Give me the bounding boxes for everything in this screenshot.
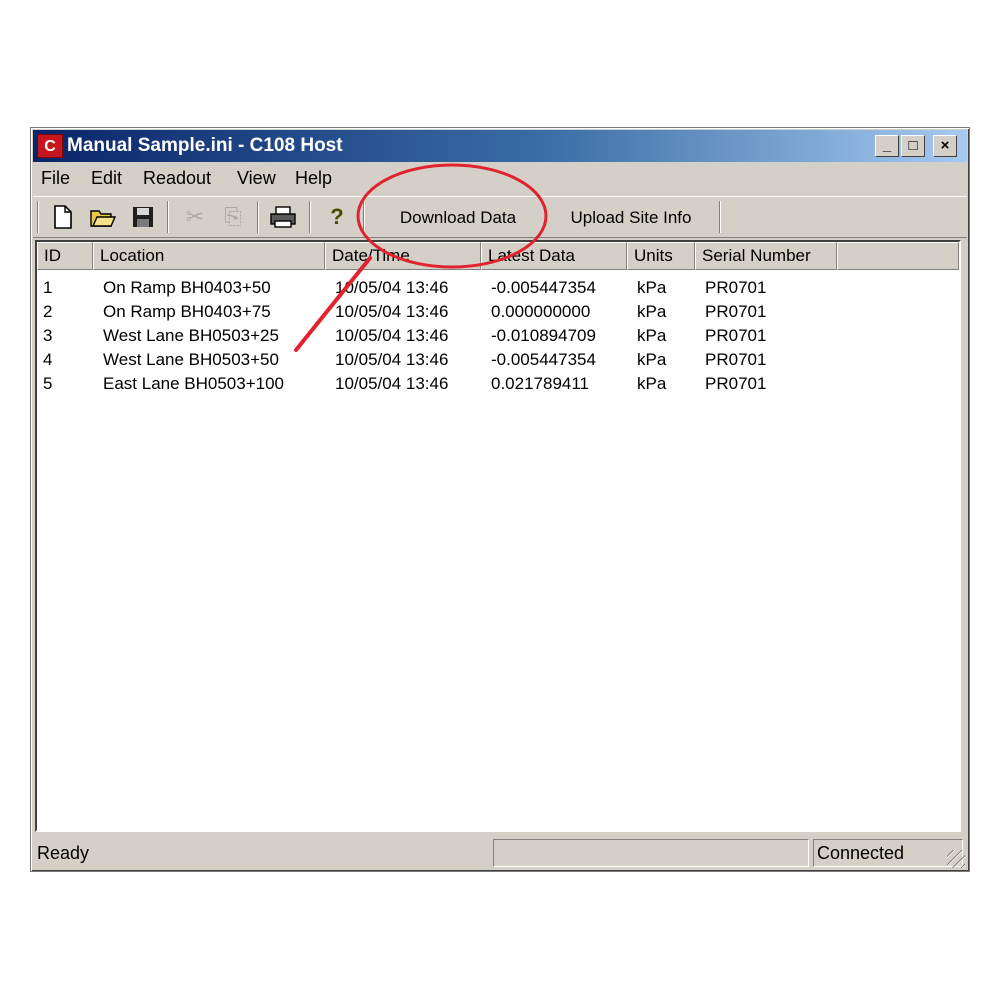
cell-location: East Lane BH0503+100: [103, 374, 285, 393]
menu-edit[interactable]: Edit: [91, 168, 122, 189]
cell-latest-data: -0.005447354: [491, 278, 596, 297]
data-list-view[interactable]: ID Location Date/Time Latest Data Units …: [35, 240, 961, 832]
cell-location: West Lane BH0503+25: [103, 326, 279, 345]
table-row[interactable]: 3 West Lane BH0503+25 10/05/04 13:46 -0.…: [37, 324, 959, 348]
maximize-button[interactable]: □: [901, 135, 925, 157]
column-header-location[interactable]: Location: [93, 242, 325, 270]
menu-bar: File Edit Readout View Help: [33, 164, 967, 194]
cell-units: kPa: [637, 374, 667, 393]
menu-file[interactable]: File: [41, 168, 70, 189]
app-window: C Manual Sample.ini - C108 Host _ □ × Fi…: [30, 127, 970, 872]
toolbar: ✂ ⎘ ? Download Data Upload Site Info: [33, 196, 967, 238]
status-bar: Ready Connected: [33, 836, 967, 870]
help-icon[interactable]: ?: [323, 203, 351, 231]
toolbar-separator: [37, 201, 39, 233]
column-header-id[interactable]: ID: [37, 242, 93, 270]
toolbar-separator: [363, 201, 365, 233]
cell-id: 4: [43, 350, 53, 369]
connection-status: Connected: [813, 839, 963, 867]
status-text: Ready: [37, 843, 90, 863]
table-row[interactable]: 5 East Lane BH0503+100 10/05/04 13:46 0.…: [37, 372, 959, 396]
title-bar[interactable]: C Manual Sample.ini - C108 Host _ □ ×: [33, 130, 967, 162]
cell-id: 1: [43, 278, 53, 297]
table-row[interactable]: 2 On Ramp BH0403+75 10/05/04 13:46 0.000…: [37, 300, 959, 324]
cell-units: kPa: [637, 278, 667, 297]
cell-id: 2: [43, 302, 53, 321]
cell-location: On Ramp BH0403+50: [103, 278, 271, 297]
column-header-datetime[interactable]: Date/Time: [325, 242, 481, 270]
cell-datetime: 10/05/04 13:46: [335, 374, 449, 393]
minimize-button[interactable]: _: [875, 135, 899, 157]
open-folder-icon[interactable]: [89, 203, 117, 231]
cell-serial-number: PR0701: [705, 326, 767, 345]
new-icon[interactable]: [49, 203, 77, 231]
cell-latest-data: -0.010894709: [491, 326, 596, 345]
toolbar-separator: [719, 201, 721, 233]
download-data-button[interactable]: Download Data: [371, 203, 545, 233]
menu-help[interactable]: Help: [295, 168, 332, 189]
resize-grip-icon[interactable]: [947, 850, 965, 868]
cell-units: kPa: [637, 350, 667, 369]
status-progress-pane: [493, 839, 809, 867]
toolbar-separator: [167, 201, 169, 233]
menu-view[interactable]: View: [237, 168, 276, 189]
cell-serial-number: PR0701: [705, 302, 767, 321]
cell-id: 5: [43, 374, 53, 393]
cell-datetime: 10/05/04 13:46: [335, 302, 449, 321]
print-icon[interactable]: [269, 203, 297, 231]
cell-serial-number: PR0701: [705, 278, 767, 297]
copy-icon[interactable]: ⎘: [219, 203, 247, 231]
cell-id: 3: [43, 326, 53, 345]
column-header-latest-data[interactable]: Latest Data: [481, 242, 627, 270]
cell-latest-data: -0.005447354: [491, 350, 596, 369]
app-icon[interactable]: C: [37, 134, 63, 158]
column-header-units[interactable]: Units: [627, 242, 695, 270]
save-icon[interactable]: [129, 203, 157, 231]
cell-datetime: 10/05/04 13:46: [335, 278, 449, 297]
table-row[interactable]: 1 On Ramp BH0403+50 10/05/04 13:46 -0.00…: [37, 276, 959, 300]
cell-datetime: 10/05/04 13:46: [335, 350, 449, 369]
upload-site-info-button[interactable]: Upload Site Info: [551, 203, 711, 233]
cell-latest-data: 0.021789411: [491, 374, 590, 393]
toolbar-separator: [257, 201, 259, 233]
cell-units: kPa: [637, 302, 667, 321]
window-title: Manual Sample.ini - C108 Host: [67, 135, 343, 156]
cut-icon[interactable]: ✂: [181, 203, 209, 231]
toolbar-separator: [309, 201, 311, 233]
column-header-serial-number[interactable]: Serial Number: [695, 242, 837, 270]
cell-location: West Lane BH0503+50: [103, 350, 279, 369]
close-button[interactable]: ×: [933, 135, 957, 157]
cell-latest-data: 0.000000000: [491, 302, 591, 321]
cell-datetime: 10/05/04 13:46: [335, 326, 449, 345]
cell-serial-number: PR0701: [705, 374, 767, 393]
table-row[interactable]: 4 West Lane BH0503+50 10/05/04 13:46 -0.…: [37, 348, 959, 372]
cell-serial-number: PR0701: [705, 350, 767, 369]
list-header: ID Location Date/Time Latest Data Units …: [37, 242, 959, 270]
cell-location: On Ramp BH0403+75: [103, 302, 271, 321]
menu-readout[interactable]: Readout: [143, 168, 211, 189]
column-header-empty: [837, 242, 959, 270]
cell-units: kPa: [637, 326, 667, 345]
